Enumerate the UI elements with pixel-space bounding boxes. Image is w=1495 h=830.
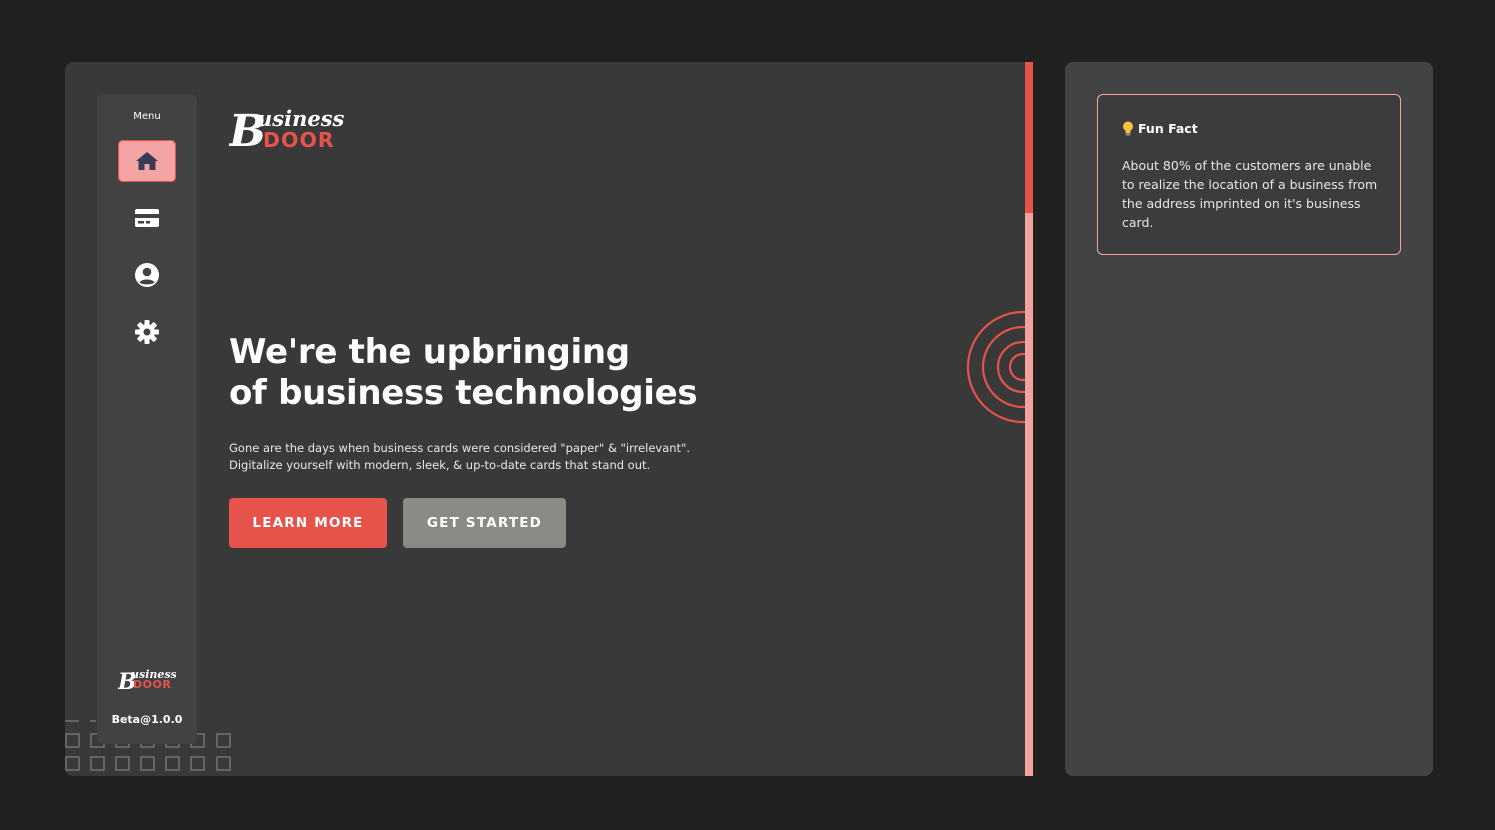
- get-started-button[interactable]: GET STARTED: [403, 498, 566, 548]
- home-icon: [136, 152, 158, 170]
- hero-title-line-1: We're the upbringing: [229, 332, 630, 372]
- lightbulb-icon: [1123, 121, 1133, 136]
- sidebar-item-profile[interactable]: [118, 254, 176, 296]
- brand-logo: B usiness DOOR: [229, 106, 344, 152]
- side-panel: Fun Fact About 80% of the customers are …: [1065, 62, 1433, 776]
- hero-title-line-2: of business technologies: [229, 373, 698, 413]
- version-label: Beta@1.0.0: [111, 713, 183, 726]
- fun-fact-text: About 80% of the customers are unable to…: [1122, 158, 1378, 230]
- sidebar-item-settings[interactable]: [118, 311, 176, 353]
- sidebar-item-cards[interactable]: [118, 197, 176, 239]
- gear-icon: [135, 320, 159, 344]
- fun-fact-title: Fun Fact: [1138, 121, 1198, 136]
- hero-description: Gone are the days when business cards we…: [229, 440, 690, 474]
- sidebar-logo-bottom: DOOR: [133, 678, 171, 691]
- main-panel: Menu B usiness DOOR Beta@1.0.0 B usiness…: [65, 62, 1033, 776]
- menu-label: Menu: [133, 111, 161, 122]
- user-circle-icon: [135, 263, 159, 287]
- hero-description-line-2: Digitalize yourself with modern, sleek, …: [229, 458, 651, 472]
- scrollbar-thumb[interactable]: [1025, 62, 1033, 213]
- fun-fact-heading: Fun Fact: [1122, 121, 1198, 136]
- fun-fact-card: Fun Fact About 80% of the customers are …: [1097, 94, 1401, 255]
- sidebar: Menu B usiness DOOR Beta@1.0.0: [97, 94, 197, 744]
- hero-description-line-1: Gone are the days when business cards we…: [229, 441, 691, 455]
- sidebar-brand-logo: B usiness DOOR: [118, 668, 176, 692]
- hero-title: We're the upbringing of business technol…: [229, 332, 698, 414]
- brand-logo-bottom: DOOR: [263, 128, 335, 152]
- scrollbar-track[interactable]: [1025, 62, 1033, 776]
- concentric-rings-decoration: [966, 310, 1025, 424]
- sidebar-item-home[interactable]: [118, 140, 176, 182]
- credit-card-icon: [135, 209, 159, 227]
- learn-more-button[interactable]: LEARN MORE: [229, 498, 387, 548]
